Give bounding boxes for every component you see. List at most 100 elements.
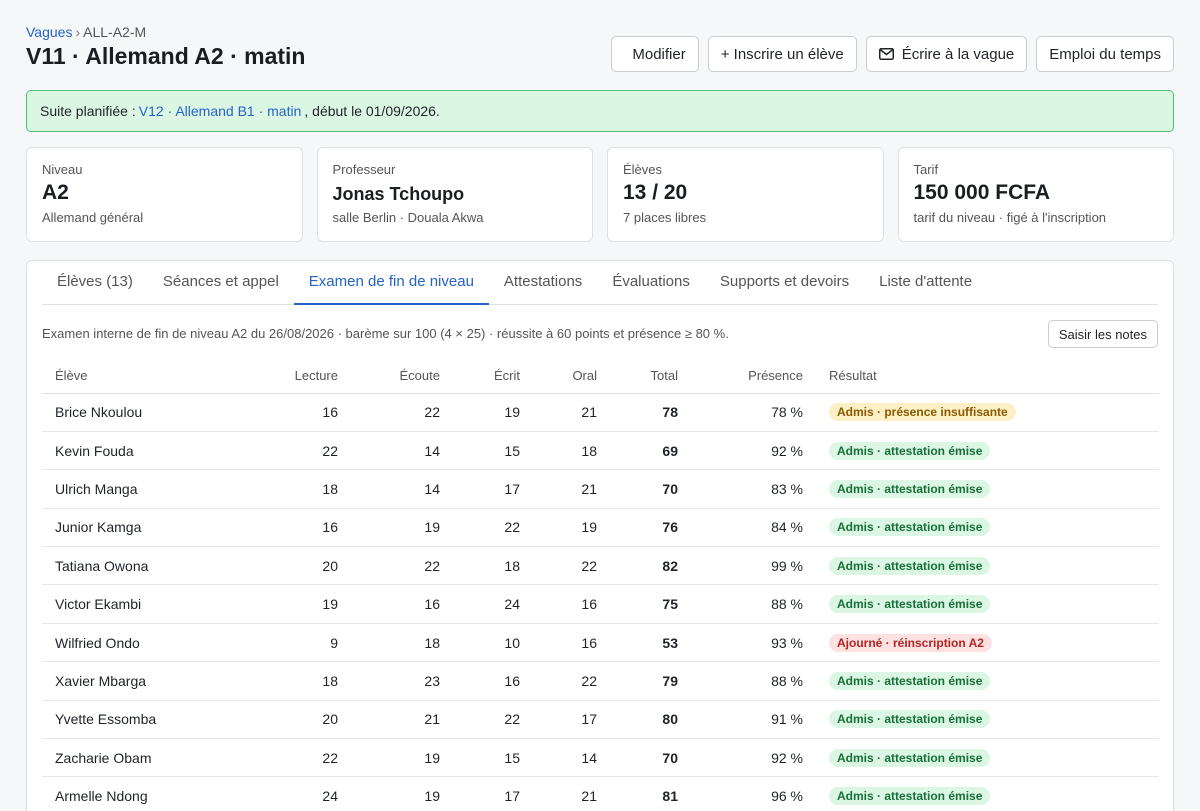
score-ecoute-cell: 18 — [338, 623, 440, 663]
score-ecrit-cell: 22 — [440, 700, 520, 740]
score-ecrit-cell: 10 — [440, 623, 520, 663]
student-name-cell: Ulrich Manga — [42, 469, 202, 509]
total-cell: 81 — [597, 776, 678, 811]
attendance-cell: 84 % — [678, 508, 803, 548]
score-lecture-cell: 20 — [202, 700, 338, 740]
table-row[interactable]: Yvette Essomba 20 21 22 17 80 91 % Admis · atte… — [42, 700, 1159, 740]
exam-results-table: Élève Lecture Écoute Écrit Oral Total Pr… — [42, 359, 1159, 811]
tab-sessions[interactable]: Séances et appel — [148, 261, 294, 304]
total-cell: 75 — [597, 584, 678, 624]
score-ecrit-cell: 24 — [440, 584, 520, 624]
table-row[interactable]: Junior Kamga 16 19 22 19 76 84 % Admis · attest… — [42, 508, 1159, 548]
table-row[interactable]: Victor Ekambi 19 16 24 16 75 88 % Admis · attes… — [42, 584, 1159, 624]
score-ecoute-cell: 23 — [338, 661, 440, 701]
write-to-wave-button[interactable]: Écrire à la vague — [865, 36, 1028, 72]
write-to-wave-label: Écrire à la vague — [901, 45, 1015, 63]
score-ecoute-cell: 14 — [338, 431, 440, 471]
score-ecoute-cell: 19 — [338, 776, 440, 811]
card-value: A2 — [42, 181, 69, 204]
table-header-row: Élève Lecture Écoute Écrit Oral Total Pr… — [42, 359, 1159, 394]
modify-button[interactable]: Modifier — [611, 36, 699, 72]
card-subtext: Allemand général — [42, 210, 144, 225]
student-name-cell: Zacharie Obam — [42, 738, 202, 778]
table-row[interactable]: Kevin Fouda 22 14 15 18 69 92 % Admis · attesta… — [42, 431, 1159, 471]
score-ecoute-cell: 19 — [338, 508, 440, 548]
table-row[interactable]: Tatiana Owona 20 22 18 22 82 99 % Admis · attes… — [42, 546, 1159, 586]
col-header-writing[interactable]: Écrit — [440, 359, 520, 394]
col-header-result[interactable]: Résultat — [803, 359, 1159, 394]
table-row[interactable]: Wilfried Ondo 9 18 10 16 53 93 % Ajourné · réin… — [42, 623, 1159, 663]
status-badge: Admis · attestation émise — [829, 441, 991, 460]
result-cell: Admis · présence insuffisante — [803, 393, 1159, 432]
tab-waitlist[interactable]: Liste d'attente — [864, 261, 987, 304]
enroll-student-button[interactable]: + Inscrire un élève — [707, 36, 857, 72]
attendance-cell: 92 % — [678, 431, 803, 471]
attendance-cell: 93 % — [678, 623, 803, 663]
status-badge: Admis · attestation émise — [829, 787, 991, 806]
table-body: Brice Nkoulou 16 22 19 21 78 78 % Admis · prése… — [42, 393, 1159, 811]
score-lecture-cell: 24 — [202, 776, 338, 811]
attendance-cell: 78 % — [678, 393, 803, 432]
total-cell: 82 — [597, 546, 678, 586]
card-subtext: salle Berlin · Douala Akwa — [332, 210, 484, 225]
score-lecture-cell: 18 — [202, 469, 338, 509]
tab-final-exam[interactable]: Examen de fin de niveau — [293, 261, 490, 305]
tab-bar: Élèves (13) Séances et appel Examen de f… — [42, 261, 1158, 305]
enter-grades-button[interactable]: Saisir les notes — [1047, 320, 1158, 348]
score-ecoute-cell: 22 — [338, 393, 440, 432]
attendance-cell: 83 % — [678, 469, 803, 509]
result-cell: Admis · attestation émise — [803, 469, 1159, 509]
tab-students[interactable]: Élèves (13) — [42, 261, 148, 304]
score-lecture-cell: 16 — [202, 393, 338, 432]
card-label: Niveau — [42, 162, 83, 177]
price-card: Tarif 150 000 FCFA tarif du niveau · fig… — [897, 147, 1174, 242]
col-header-reading[interactable]: Lecture — [202, 359, 338, 394]
card-label: Professeur — [332, 162, 396, 177]
score-oral-cell: 21 — [520, 469, 597, 509]
score-ecoute-cell: 19 — [338, 738, 440, 778]
result-cell: Admis · attestation émise — [803, 431, 1159, 471]
status-badge: Admis · attestation émise — [829, 556, 991, 575]
score-ecoute-cell: 21 — [338, 700, 440, 740]
total-cell: 78 — [597, 393, 678, 432]
status-badge: Admis · attestation émise — [829, 518, 991, 537]
attendance-cell: 88 % — [678, 584, 803, 624]
result-cell: Admis · attestation émise — [803, 738, 1159, 778]
status-badge: Admis · attestation émise — [829, 748, 991, 767]
table-row[interactable]: Ulrich Manga 18 14 17 21 70 83 % Admis · attest… — [42, 469, 1159, 509]
tab-materials[interactable]: Supports et devoirs — [705, 261, 864, 304]
score-lecture-cell: 20 — [202, 546, 338, 586]
table-row[interactable]: Xavier Mbarga 18 23 16 22 79 88 % Admis · attes… — [42, 661, 1159, 701]
student-name-cell: Kevin Fouda — [42, 431, 202, 471]
score-oral-cell: 22 — [520, 546, 597, 586]
next-wave-link[interactable]: V12 · Allemand B1 · matin — [139, 103, 302, 119]
table-row[interactable]: Armelle Ndong 24 19 17 21 81 96 % Admis · attes… — [42, 776, 1159, 811]
score-ecrit-cell: 15 — [440, 431, 520, 471]
tab-certificates[interactable]: Attestations — [489, 261, 597, 304]
summary-cards: Niveau A2 Allemand général Professeur Jo… — [26, 147, 1174, 242]
breadcrumb-link-vagues[interactable]: Vagues — [26, 24, 72, 40]
col-header-oral[interactable]: Oral — [520, 359, 597, 394]
schedule-button[interactable]: Emploi du temps — [1036, 36, 1174, 72]
exam-description: Examen interne de fin de niveau A2 du 26… — [42, 326, 729, 341]
score-lecture-cell: 18 — [202, 661, 338, 701]
col-header-total[interactable]: Total — [597, 359, 678, 394]
score-ecrit-cell: 22 — [440, 508, 520, 548]
card-value: 150 000 FCFA — [913, 181, 1051, 204]
tab-evaluations[interactable]: Évaluations — [597, 261, 705, 304]
table-row[interactable]: Brice Nkoulou 16 22 19 21 78 78 % Admis · prése… — [42, 393, 1159, 432]
table-row[interactable]: Zacharie Obam 22 19 15 14 70 92 % Admis · attes… — [42, 738, 1159, 778]
attendance-cell: 99 % — [678, 546, 803, 586]
score-ecrit-cell: 16 — [440, 661, 520, 701]
status-badge: Ajourné · réinscription A2 — [829, 633, 992, 652]
teacher-card: Professeur Jonas Tchoupo salle Berlin · … — [316, 147, 593, 242]
student-name-cell: Armelle Ndong — [42, 776, 202, 811]
score-lecture-cell: 9 — [202, 623, 338, 663]
notice-suffix: , début le 01/09/2026. — [304, 103, 440, 119]
col-header-attendance[interactable]: Présence — [678, 359, 803, 394]
student-name-cell: Brice Nkoulou — [42, 393, 202, 432]
card-label: Élèves — [623, 162, 663, 177]
student-name-cell: Victor Ekambi — [42, 584, 202, 624]
col-header-listening[interactable]: Écoute — [338, 359, 440, 394]
col-header-student[interactable]: Élève — [42, 359, 202, 394]
